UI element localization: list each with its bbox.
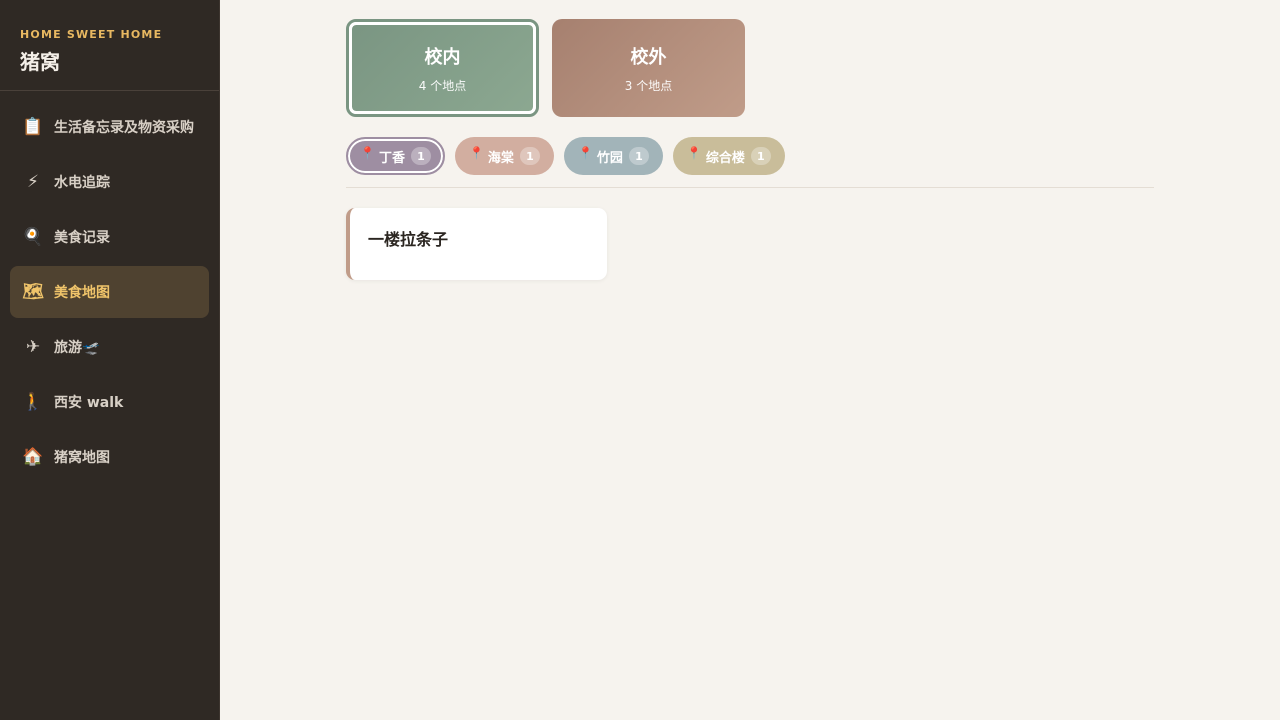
frying-pan-icon: 🍳: [22, 227, 44, 247]
food-spot-card[interactable]: 一楼拉条子: [346, 208, 607, 280]
lightning-icon: ⚡: [27, 172, 39, 192]
sidebar-item-label: 西安 walk: [54, 395, 124, 411]
map-pin-icon: 📍: [360, 146, 375, 160]
map-pin-icon: 📍: [577, 146, 593, 160]
house-icon: 🏠: [22, 447, 44, 467]
sidebar-item-label: 水电追踪: [54, 175, 110, 191]
sidebar-item-food-log[interactable]: 🍳 美食记录: [10, 211, 209, 263]
location-count-badge: 1: [628, 147, 649, 165]
sidebar-item-xian-walk[interactable]: 🚶 西安 walk: [10, 376, 209, 428]
location-count-badge: 1: [410, 147, 431, 165]
location-chip-label: 海棠: [487, 150, 514, 166]
map-pin-icon: 📍: [468, 146, 484, 160]
location-chip-label: 综合楼: [705, 150, 745, 166]
sidebar-item-memo-shopping[interactable]: 📋 生活备忘录及物资采购: [10, 101, 209, 153]
sidebar-item-label: 生活备忘录及物资采购: [54, 120, 194, 136]
location-chip-zonghelou[interactable]: 📍 综合楼 1: [672, 137, 785, 175]
sidebar-item-label: 美食地图: [54, 285, 110, 301]
sidebar-nav: 📋 生活备忘录及物资采购 ⚡ 水电追踪 🍳 美食记录 🗺 美食地图 ✈ 旅游🛫 …: [0, 91, 219, 496]
map-pin-icon: 📍: [686, 146, 702, 160]
zone-card-on-campus[interactable]: 校内 4 个地点: [346, 19, 539, 117]
location-chip-label: 竹园: [596, 150, 623, 166]
sidebar-item-label: 旅游🛫: [54, 340, 100, 356]
brand-tagline: HOME SWEET HOME: [20, 28, 163, 41]
zone-selector: 校内 4 个地点 校外 3 个地点: [346, 19, 1154, 117]
app-root: HOME SWEET HOME 猪窝 📋 生活备忘录及物资采购 ⚡ 水电追踪 🍳…: [0, 0, 1280, 720]
food-spot-name: 一楼拉条子: [368, 230, 449, 249]
walking-person-icon: 🚶: [22, 392, 44, 412]
location-chip-zhuyuan[interactable]: 📍 竹园 1: [563, 137, 663, 175]
zone-title: 校外: [630, 46, 667, 68]
location-chip-haitang[interactable]: 📍 海棠 1: [454, 137, 554, 175]
sidebar-item-home-map[interactable]: 🏠 猪窝地图: [10, 431, 209, 483]
sidebar-item-food-map[interactable]: 🗺 美食地图: [10, 266, 209, 318]
zone-card-off-campus[interactable]: 校外 3 个地点: [552, 19, 745, 117]
zone-title: 校内: [424, 46, 461, 68]
brand-title: 猪窝: [20, 50, 60, 74]
location-count-badge: 1: [750, 147, 771, 165]
airplane-icon: ✈: [25, 337, 41, 357]
location-count-badge: 1: [519, 147, 540, 165]
location-chip-dingxiang[interactable]: 📍 丁香 1: [346, 137, 445, 175]
sidebar-item-label: 美食记录: [54, 230, 110, 246]
main-content: 校内 4 个地点 校外 3 个地点 📍 丁香 1 📍 海棠 1 📍 竹园 1 📍…: [220, 0, 1280, 720]
zone-location-count: 3 个地点: [624, 78, 673, 93]
brand: HOME SWEET HOME 猪窝: [0, 0, 219, 91]
map-icon: 🗺: [22, 282, 44, 302]
clipboard-icon: 📋: [22, 117, 44, 137]
food-map-panel: 校内 4 个地点 校外 3 个地点 📍 丁香 1 📍 海棠 1 📍 竹园 1 📍…: [346, 19, 1154, 280]
location-filter: 📍 丁香 1 📍 海棠 1 📍 竹园 1 📍 综合楼 1: [346, 137, 1154, 188]
zone-location-count: 4 个地点: [418, 78, 467, 93]
sidebar-item-utility-tracking[interactable]: ⚡ 水电追踪: [10, 156, 209, 208]
location-chip-label: 丁香: [378, 150, 405, 166]
sidebar-item-label: 猪窝地图: [54, 450, 110, 466]
sidebar-item-travel[interactable]: ✈ 旅游🛫: [10, 321, 209, 373]
sidebar: HOME SWEET HOME 猪窝 📋 生活备忘录及物资采购 ⚡ 水电追踪 🍳…: [0, 0, 220, 720]
